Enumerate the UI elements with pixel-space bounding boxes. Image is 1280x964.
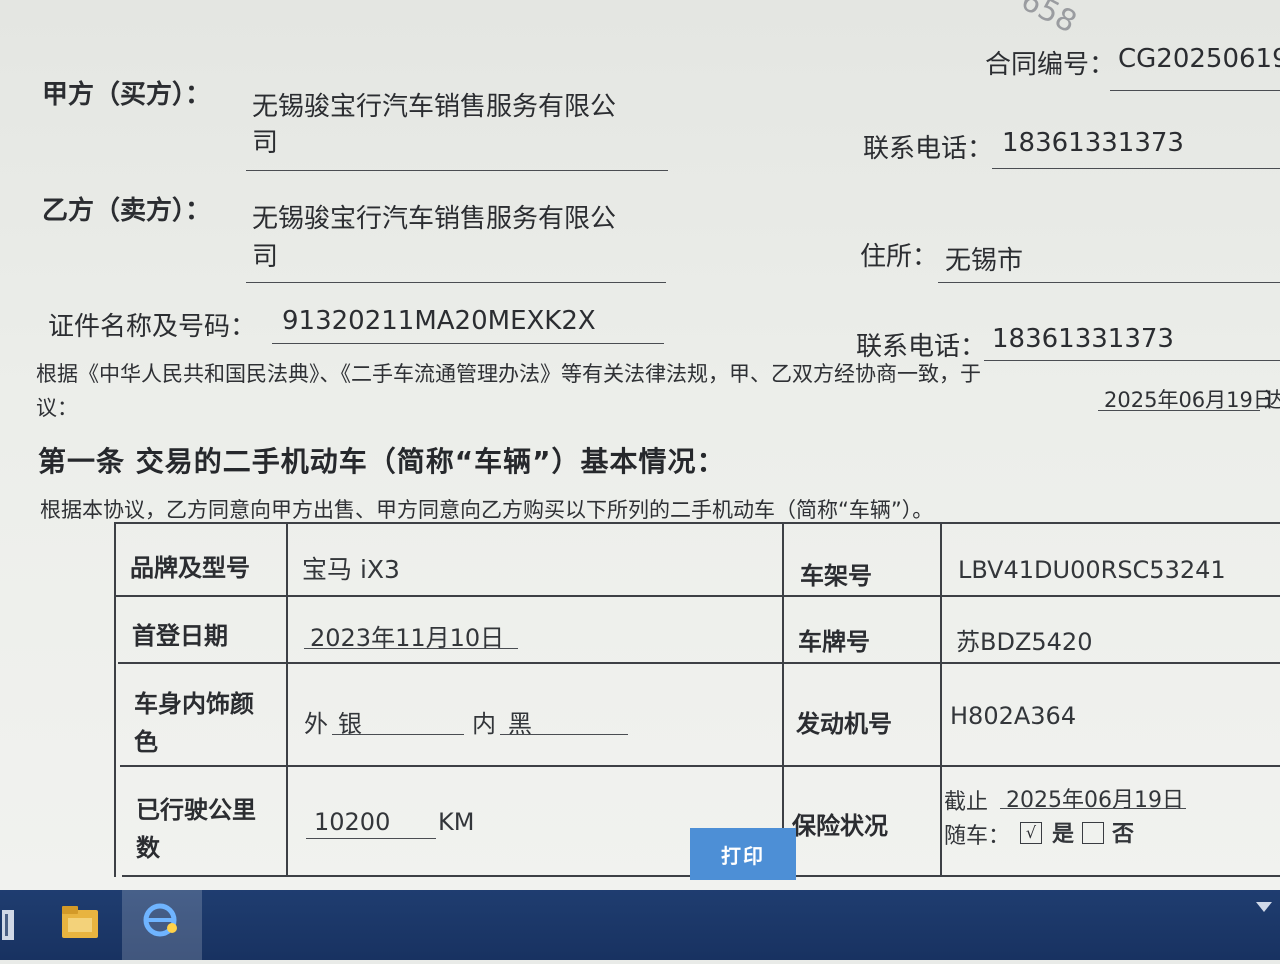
with-car-no-checkbox[interactable]	[1082, 822, 1104, 844]
article-1-heading: 第一条 交易的二手机动车（简称“车辆”）基本情况：	[38, 445, 726, 478]
party-a-phone-label: 联系电话：	[863, 134, 994, 164]
brand-value[interactable]: 宝马 iX3	[302, 550, 400, 586]
stamp-number-fragment: 658	[1015, 0, 1083, 41]
contract-number-label: 合同编号：	[985, 50, 1116, 80]
engine-value[interactable]: H802A364	[950, 702, 1076, 730]
insurance-until-label: 截止	[944, 790, 989, 815]
party-a-label: 甲方（买方）：	[42, 80, 212, 110]
exterior-prefix: 外	[304, 710, 328, 738]
color-label-line1: 车身内饰颜	[134, 690, 254, 718]
mileage-label-line1: 已行驶公里	[136, 796, 256, 824]
taskbar-app-left-icon[interactable]	[0, 890, 30, 960]
mileage-value[interactable]: 10200	[314, 808, 390, 836]
with-car-label: 随车：	[944, 824, 1011, 849]
contract-number-value[interactable]: CG202506190	[1118, 44, 1280, 74]
preamble-tail: 达	[1264, 388, 1280, 412]
preamble-line2: 议：	[36, 396, 78, 420]
mileage-unit: KM	[438, 808, 475, 836]
interior-prefix: 内	[472, 710, 496, 738]
party-b-phone[interactable]: 18361331373	[992, 324, 1174, 354]
article-1-intro: 根据本协议，乙方同意向甲方出售、甲方同意向乙方购买以下所列的二手机动车（简称“车…	[40, 498, 934, 522]
notification-icon[interactable]	[1248, 890, 1280, 960]
windows-taskbar	[0, 890, 1280, 960]
plate-label: 车牌号	[798, 628, 870, 656]
plate-value[interactable]: 苏BDZ5420	[956, 622, 1092, 657]
contract-document: 658 合同编号： CG202506190 甲方（买方）： 无锡骏宝行汽车销售服…	[0, 0, 1280, 890]
taskbar-browser-icon[interactable]	[122, 890, 202, 960]
file-explorer-icon[interactable]	[44, 890, 114, 960]
with-car-yes-checkbox[interactable]: √	[1020, 822, 1042, 844]
vin-label: 车架号	[800, 562, 872, 590]
print-button[interactable]: 打印	[690, 828, 796, 880]
insurance-until-date[interactable]: 2025年06月19日	[1006, 782, 1184, 814]
registration-date-label: 首登日期	[132, 622, 228, 650]
color-label-line2: 色	[134, 728, 158, 756]
brand-label: 品牌及型号	[130, 554, 250, 582]
party-a-name-line2[interactable]: 司	[252, 122, 278, 159]
yes-label: 是	[1052, 822, 1075, 847]
party-b-id-value[interactable]: 91320211MA20MEXK2X	[282, 306, 596, 336]
party-b-address-label: 住所：	[860, 242, 939, 272]
party-b-name-line1[interactable]: 无锡骏宝行汽车销售服务有限公	[252, 198, 616, 235]
checkbox-check-icon: √	[1020, 822, 1042, 844]
vin-value[interactable]: LBV41DU00RSC53241	[958, 556, 1226, 584]
party-b-name-line2[interactable]: 司	[252, 236, 278, 273]
party-b-id-label: 证件名称及号码：	[48, 312, 257, 342]
party-b-label: 乙方（卖方）：	[42, 196, 212, 226]
engine-label: 发动机号	[796, 710, 892, 738]
mileage-label-line2: 数	[136, 834, 160, 862]
party-b-address[interactable]: 无锡市	[945, 240, 1023, 277]
party-a-name-line1[interactable]: 无锡骏宝行汽车销售服务有限公	[252, 86, 616, 123]
insurance-label: 保险状况	[792, 812, 888, 840]
preamble-line1: 根据《中华人民共和国民法典》、《二手车流通管理办法》等有关法律法规，甲、乙双方经…	[36, 362, 981, 386]
party-a-phone[interactable]: 18361331373	[1002, 128, 1184, 158]
no-label: 否	[1112, 822, 1135, 847]
